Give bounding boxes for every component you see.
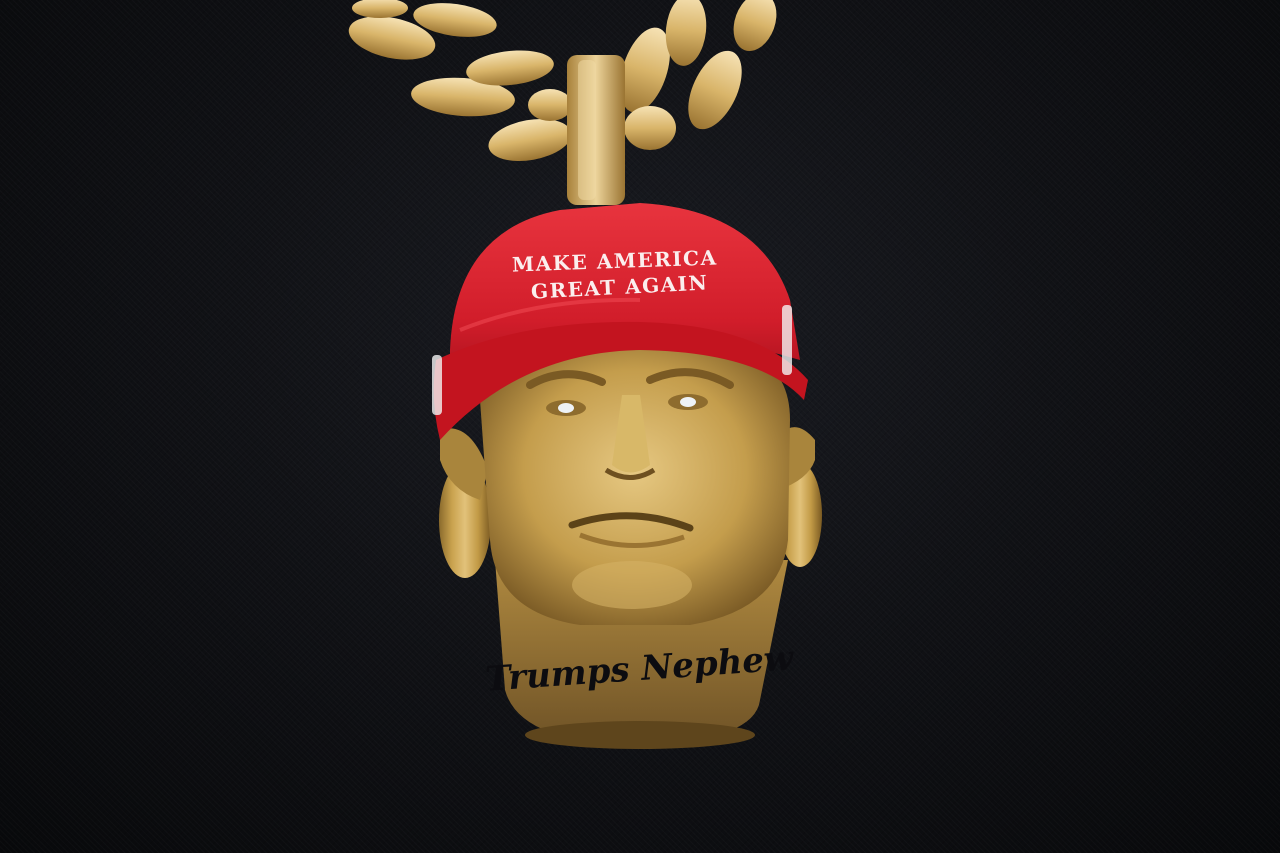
cap-side-emblem-left xyxy=(432,355,442,415)
pendant-face xyxy=(480,345,790,625)
photo-scene: Trumps Nephew MAKE AMERICA GREAT AGAIN xyxy=(0,0,1280,853)
gold-chain xyxy=(348,0,777,162)
pendant-illustration: Trumps Nephew MAKE AMERICA GREAT AGAIN xyxy=(348,0,822,749)
pendant-bail xyxy=(567,55,625,205)
cap-side-emblem-right xyxy=(782,305,792,375)
